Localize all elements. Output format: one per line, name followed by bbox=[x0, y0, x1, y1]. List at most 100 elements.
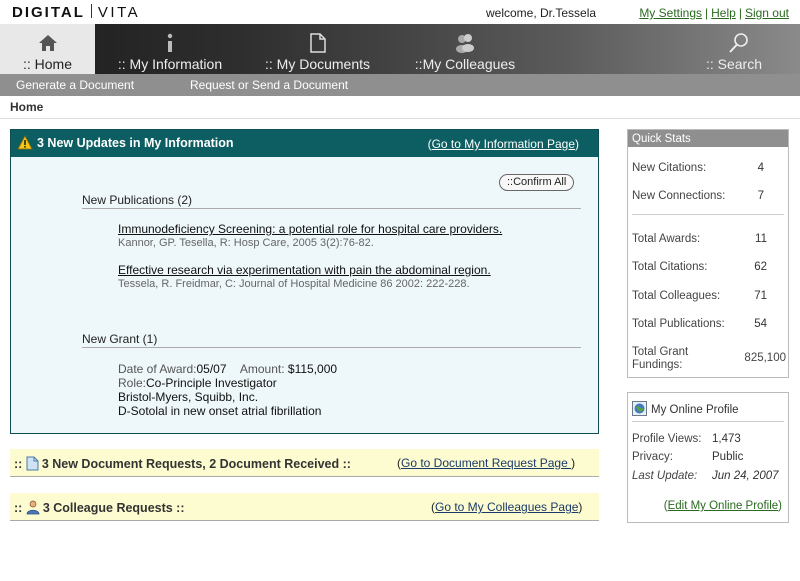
publication-citation: Tessela, R. Freidmar, C: Journal of Hosp… bbox=[118, 278, 470, 290]
nav-tab-label: :: My Information bbox=[117, 56, 223, 72]
nav-tab-home[interactable]: :: Home bbox=[0, 24, 95, 74]
welcome-text: welcome, Dr.Tessela bbox=[486, 6, 597, 20]
document-requests-text: 3 New Document Requests, 2 Document Rece… bbox=[41, 457, 351, 471]
stat-label: New Connections: bbox=[632, 190, 726, 202]
help-link[interactable]: Help bbox=[711, 6, 736, 20]
stat-grant-value-wrap: 825,100 bbox=[744, 352, 786, 364]
logo-divider bbox=[90, 4, 92, 18]
publication-title-link[interactable]: Immunodeficiency Screening: a potential … bbox=[118, 222, 502, 236]
divider bbox=[0, 118, 800, 119]
grant-role: Role:Co-Principle Investigator bbox=[118, 376, 277, 390]
grant-date-label: Date of Award: bbox=[118, 362, 197, 376]
my-settings-link[interactable]: My Settings bbox=[639, 6, 702, 20]
go-to-document-request-link[interactable]: Go to Document Request Page bbox=[401, 456, 571, 470]
globe-icon bbox=[632, 401, 647, 419]
divider bbox=[632, 421, 784, 422]
stat-value: 54 bbox=[754, 318, 767, 330]
top-bar: DIGITAL VITA welcome, Dr.Tessela My Setti… bbox=[0, 0, 800, 24]
stat-total-publications: Total Publications: 54 bbox=[632, 318, 782, 330]
colleague-requests-bar: :: 3 Colleague Requests :: (Go to My Col… bbox=[10, 493, 599, 521]
divider bbox=[82, 208, 581, 209]
stat-value: 7 bbox=[757, 190, 764, 202]
stat-value: 62 bbox=[754, 261, 767, 273]
nav-tab-my-colleagues[interactable]: ::My Colleagues bbox=[390, 24, 540, 74]
profile-privacy-value: Public bbox=[712, 451, 744, 463]
document-requests-bar: :: 3 New Document Requests, 2 Document R… bbox=[10, 449, 599, 477]
colleagues-link-wrap: (Go to My Colleagues Page) bbox=[431, 500, 583, 514]
logo[interactable]: DIGITAL VITA bbox=[12, 4, 140, 21]
sign-out-link[interactable]: Sign out bbox=[745, 6, 789, 20]
quick-stats-panel: Quick Stats New Citations: 4 New Connecti… bbox=[627, 129, 789, 378]
warning-icon bbox=[17, 135, 33, 153]
stat-value: 71 bbox=[754, 290, 767, 302]
stat-value: 4 bbox=[757, 162, 764, 174]
document-request-link-wrap: (Go to Document Request Page ) bbox=[397, 456, 576, 470]
nav-tab-my-information[interactable]: :: My Information bbox=[95, 24, 245, 74]
publication-title-link[interactable]: Effective research via experimentation w… bbox=[118, 263, 491, 277]
search-icon bbox=[728, 32, 750, 54]
profile-update-label: Last Update: bbox=[632, 470, 698, 482]
new-grant-title: New Grant (1) bbox=[82, 332, 158, 346]
new-publications-title: New Publications (2) bbox=[82, 193, 193, 207]
grant-project: D-Sotolal in new onset atrial fibrillati… bbox=[118, 404, 322, 418]
online-profile-title: My Online Profile bbox=[632, 401, 739, 419]
quick-stats-title: Quick Stats bbox=[628, 130, 788, 147]
stat-value: 11 bbox=[755, 233, 767, 245]
logo-digital: DIGITAL bbox=[12, 4, 85, 21]
grant-amount-value: $115,000 bbox=[287, 362, 338, 376]
stat-total-citations: Total Citations: 62 bbox=[632, 261, 782, 273]
my-information-link-wrap: (Go to My Information Page) bbox=[428, 137, 579, 151]
updates-panel-header: 3 New Updates in My Information (Go to M… bbox=[11, 130, 598, 157]
colleague-icon bbox=[26, 500, 40, 518]
document-icon bbox=[307, 32, 329, 54]
grant-amount-label: Amount: bbox=[239, 362, 285, 376]
edit-profile-link-wrap: (Edit My Online Profile) bbox=[663, 500, 782, 512]
nav-tab-my-documents[interactable]: :: My Documents bbox=[245, 24, 390, 74]
divider bbox=[82, 347, 581, 348]
grant-role-label: Role: bbox=[118, 376, 147, 390]
stat-label: Total Awards: bbox=[632, 233, 701, 245]
go-to-my-information-link[interactable]: Go to My Information Page bbox=[432, 137, 575, 151]
nav-tab-search[interactable]: :: Search bbox=[680, 24, 800, 74]
stat-label: Total Colleagues: bbox=[632, 290, 721, 302]
profile-privacy: Privacy: Public bbox=[632, 451, 743, 463]
account-links: My Settings | Help | Sign out bbox=[639, 6, 789, 20]
grant-sponsor: Bristol-Myers, Squibb, Inc. bbox=[118, 390, 259, 404]
info-icon bbox=[159, 32, 181, 54]
document-requests-summary: :: 3 New Document Requests, 2 Document R… bbox=[14, 456, 351, 474]
grant-date-value: 05/07 bbox=[196, 362, 227, 376]
grant-role-value: Co-Principle Investigator bbox=[146, 376, 277, 390]
stat-label: Total Citations: bbox=[632, 261, 708, 273]
request-send-document-link[interactable]: Request or Send a Document bbox=[190, 78, 348, 92]
sub-nav: Generate a Document Request or Send a Do… bbox=[0, 74, 800, 96]
edit-online-profile-link[interactable]: Edit My Online Profile bbox=[668, 500, 779, 512]
nav-tab-label: :: Home bbox=[22, 56, 72, 72]
divider: | bbox=[738, 6, 742, 20]
go-to-my-colleagues-link[interactable]: Go to My Colleagues Page bbox=[435, 500, 578, 514]
profile-privacy-label: Privacy: bbox=[632, 451, 673, 463]
stat-total-grant-fundings: Total Grant Fundings: bbox=[632, 346, 712, 372]
colleague-requests-text: 3 Colleague Requests :: bbox=[42, 501, 185, 515]
profile-last-update: Last Update: Jun 24, 2007 bbox=[632, 470, 779, 482]
document-icon bbox=[26, 456, 39, 474]
home-icon bbox=[37, 32, 59, 54]
updates-panel: 3 New Updates in My Information (Go to M… bbox=[10, 129, 599, 434]
stat-value: 825,100 bbox=[744, 352, 786, 364]
grant-date-amount: Date of Award:05/07 Amount: $115,000 bbox=[118, 362, 337, 376]
stat-label: Total Publications: bbox=[632, 318, 725, 330]
stat-label: New Citations: bbox=[632, 162, 707, 174]
colleagues-icon bbox=[454, 32, 476, 54]
profile-views-value: 1,473 bbox=[712, 433, 741, 445]
nav-tab-label: :: My Documents bbox=[264, 56, 371, 72]
updates-title: 3 New Updates in My Information bbox=[37, 136, 234, 150]
stat-total-colleagues: Total Colleagues: 71 bbox=[632, 290, 782, 302]
confirm-all-button[interactable]: ::Confirm All bbox=[499, 174, 575, 191]
breadcrumb: Home bbox=[10, 100, 44, 114]
divider bbox=[632, 214, 784, 215]
profile-views: Profile Views: 1,473 bbox=[632, 433, 741, 445]
stat-label: Total Grant Fundings: bbox=[632, 346, 689, 371]
logo-vita: VITA bbox=[97, 4, 141, 21]
generate-document-link[interactable]: Generate a Document bbox=[16, 78, 134, 92]
nav-tab-label: ::My Colleagues bbox=[414, 56, 516, 72]
stat-new-citations: New Citations: 4 bbox=[632, 162, 782, 174]
